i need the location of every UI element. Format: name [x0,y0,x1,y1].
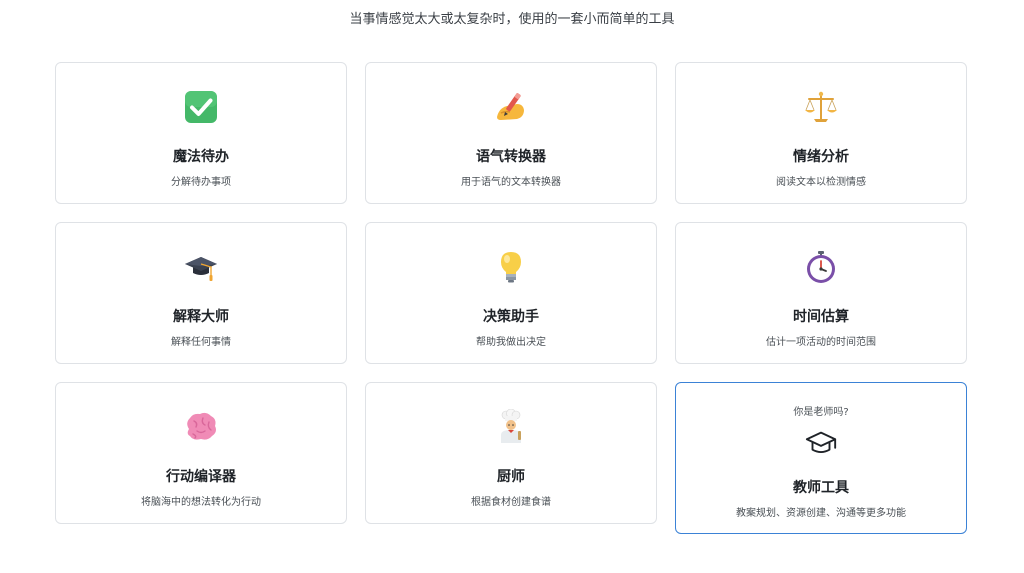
writing-hand-icon [493,89,529,125]
brain-icon [183,409,219,445]
tool-card-sentiment-analysis[interactable]: 情绪分析 阅读文本以检测情感 [675,62,967,204]
tool-title: 情绪分析 [793,149,849,165]
teacher-tools-card[interactable]: 你是老师吗? 教师工具 教案规划、资源创建、沟通等更多功能 [675,382,967,534]
tool-title: 语气转换器 [476,149,546,165]
tool-card-action-compiler[interactable]: 行动编译器 将脑海中的想法转化为行动 [55,382,347,524]
tool-title: 魔法待办 [173,149,229,165]
balance-scale-icon [803,89,839,125]
tools-grid: 魔法待办 分解待办事项 语气转换器 用于语气的文本转换器 情绪分析 阅读文本以检… [0,0,1024,573]
checkmark-icon [183,89,219,125]
tool-title: 决策助手 [483,309,539,325]
tool-title: 厨师 [497,469,525,485]
tool-description: 解释任何事情 [171,337,231,348]
teacher-question: 你是老师吗? [793,407,849,418]
tool-card-explain-master[interactable]: 解释大师 解释任何事情 [55,222,347,364]
tool-title: 解释大师 [173,309,229,325]
tool-card-magic-todo[interactable]: 魔法待办 分解待办事项 [55,62,347,204]
graduation-cap-icon [183,249,219,285]
tool-description: 用于语气的文本转换器 [461,177,561,188]
stopwatch-icon [803,249,839,285]
tool-card-time-estimate[interactable]: 时间估算 估计一项活动的时间范围 [675,222,967,364]
teacher-title: 教师工具 [793,480,849,496]
tool-card-tone-converter[interactable]: 语气转换器 用于语气的文本转换器 [365,62,657,204]
chef-icon [493,409,529,445]
tool-title: 时间估算 [793,309,849,325]
tool-title: 行动编译器 [166,469,236,485]
tool-description: 帮助我做出决定 [476,337,546,348]
tool-description: 分解待办事项 [171,177,231,188]
teacher-description: 教案规划、资源创建、沟通等更多功能 [736,508,906,519]
tool-description: 估计一项活动的时间范围 [766,337,876,348]
tool-card-decision-helper[interactable]: 决策助手 帮助我做出决定 [365,222,657,364]
tool-card-chef[interactable]: 厨师 根据食材创建食谱 [365,382,657,524]
tool-description: 将脑海中的想法转化为行动 [141,497,261,508]
mortarboard-outline-icon [804,427,838,461]
tool-description: 根据食材创建食谱 [471,497,551,508]
light-bulb-icon [493,249,529,285]
tool-description: 阅读文本以检测情感 [776,177,866,188]
